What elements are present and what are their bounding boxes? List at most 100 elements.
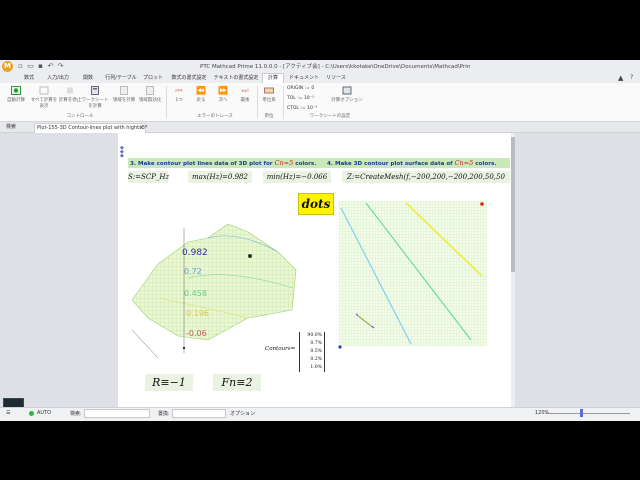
doc-tab-search[interactable]: 検索 xyxy=(6,123,28,132)
fast-forward-icon: ⏩ xyxy=(218,86,228,95)
status-menu-icon[interactable]: ☰ xyxy=(6,410,10,416)
expr-min[interactable]: min(Hz)=−0.066 xyxy=(263,171,331,183)
section4-var: Cn=5 xyxy=(454,159,474,167)
replace-input[interactable] xyxy=(172,409,226,418)
calc-all-button[interactable]: すべて計算を表示 xyxy=(30,86,58,110)
step-end-label: 最後 xyxy=(240,98,250,103)
axis-marker xyxy=(182,346,186,350)
step-back-label: 戻る xyxy=(196,98,206,103)
auto-calc-label: 自動計算 xyxy=(7,98,25,103)
step-next-button[interactable]: ⏩ 次へ xyxy=(212,86,234,110)
settings-icon xyxy=(342,86,352,95)
replace-label: 置換: xyxy=(158,411,170,417)
open-folder-icon[interactable]: ▭ xyxy=(27,62,34,70)
contour-value: 90.0% xyxy=(307,333,322,338)
worksheet-calc-button[interactable]: ワークシートを計算 xyxy=(80,86,110,110)
save-icon[interactable]: ▪ xyxy=(37,62,44,70)
label-v5: -0.06 xyxy=(186,329,207,338)
search-label: 検索: xyxy=(70,411,82,417)
label-v2: 0.72 xyxy=(184,267,202,276)
tab-input-output[interactable]: 入力/出力 xyxy=(42,74,74,83)
fn-definition[interactable]: Fn≡2 xyxy=(213,374,261,391)
group-controls-label: コントロール xyxy=(66,114,94,119)
unit-system-button[interactable]: 単位系 xyxy=(258,86,280,110)
skip-end-icon: ⏭ xyxy=(241,86,249,95)
graduation-cap-icon[interactable]: ▲ xyxy=(618,74,626,82)
label-v1: 0.982 xyxy=(182,248,208,258)
scrollbar-thumb[interactable] xyxy=(511,137,515,272)
ruler-icon xyxy=(264,87,274,94)
surface-plot-3d[interactable]: 0.982 0.72 0.458 0.196 -0.06 xyxy=(128,218,304,363)
x-axis xyxy=(131,329,159,359)
section4-suffix: colors. xyxy=(475,161,497,167)
section3-text: 3. Make contour plot lines data of 3D pl… xyxy=(130,161,273,167)
ribbon-separator xyxy=(166,86,167,119)
origin-setting[interactable]: ORIGIN := 0 xyxy=(287,86,314,91)
auto-calc-button[interactable]: 自動計算 xyxy=(2,86,30,110)
tab-matrices-tables[interactable]: 行列/テーブル xyxy=(103,74,139,83)
step-end-button[interactable]: ⏭ 最後 xyxy=(234,86,256,110)
contour-value: 0.2% xyxy=(310,357,322,362)
disable-region-button[interactable]: 領域無効化 xyxy=(136,86,164,110)
section3-suffix: colors. xyxy=(295,161,317,167)
tab-resources[interactable]: リソース xyxy=(324,74,348,83)
calc-status-icon xyxy=(29,411,34,416)
group-worksheet-settings-label: ワークシートの設定 xyxy=(309,114,351,119)
r-definition[interactable]: R≡−1 xyxy=(145,374,193,391)
tab-plots[interactable]: プロット xyxy=(141,74,165,83)
section4-text: 4. Make 3D contour plot surface data of xyxy=(327,161,453,167)
help-icon[interactable]: ? xyxy=(630,74,637,82)
section3-title[interactable]: 3. Make contour plot lines data of 3D pl… xyxy=(128,158,325,168)
contour-plot-2d[interactable] xyxy=(336,198,494,350)
disable-region-icon xyxy=(146,86,154,95)
calculator-icon xyxy=(91,86,99,95)
expr-mesh[interactable]: Z:=CreateMesh(f,−200,200,−200,200,50,50 xyxy=(342,171,510,183)
calc-options-button[interactable]: 計算オプション xyxy=(330,86,364,110)
unit-system-label: 単位系 xyxy=(262,98,276,103)
contour-value: 0.5% xyxy=(310,349,322,354)
expr-max[interactable]: max(Hz)=0.982 xyxy=(188,171,252,183)
new-file-icon[interactable]: ▫ xyxy=(17,62,24,70)
doc-tab-active[interactable]: Plot-155-3D Contour-lines plot with high… xyxy=(34,123,147,133)
contour-plot-grid xyxy=(339,201,487,346)
zoom-slider[interactable] xyxy=(545,413,630,414)
label-v3: 0.458 xyxy=(184,289,207,298)
corner-marker xyxy=(480,202,484,206)
step-into-label: 1つ xyxy=(175,98,183,103)
contours-label: Contours= xyxy=(265,346,296,352)
ctol-setting[interactable]: CTOL := 10⁻³ xyxy=(287,106,317,111)
close-tab-icon[interactable]: × xyxy=(139,124,144,131)
tab-functions[interactable]: 関数 xyxy=(77,74,99,83)
calc-region-button[interactable]: 領域を計算 xyxy=(110,86,138,110)
ribbon-separator xyxy=(283,86,284,119)
auto-status: AUTO xyxy=(37,410,52,416)
redo-icon[interactable]: ↷ xyxy=(57,62,64,70)
search-input[interactable] xyxy=(84,409,150,418)
dots-label[interactable]: dots xyxy=(298,193,334,215)
expr-s[interactable]: S:=SCP_Hz xyxy=(128,171,169,183)
contour-value: 0.7% xyxy=(310,341,322,346)
contour-value: 1.0% xyxy=(310,365,322,370)
step-into-button[interactable]: ⏮ 1つ xyxy=(168,86,190,110)
zoom-slider-thumb[interactable] xyxy=(580,409,583,417)
step-next-label: 次へ xyxy=(218,98,228,103)
disable-region-label: 領域無効化 xyxy=(138,98,162,103)
label-v4: 0.196 xyxy=(186,309,209,318)
auto-calc-icon xyxy=(11,86,21,95)
step-back-button[interactable]: ⏪ 戻る xyxy=(190,86,212,110)
tol-setting[interactable]: TOL := 10⁻³ xyxy=(287,96,314,101)
group-error-trace-label: エラーのトレース xyxy=(197,114,233,119)
tab-text-formatting[interactable]: テキストの書式設定 xyxy=(213,74,259,83)
app-logo-icon[interactable]: M xyxy=(2,61,13,72)
calc-options-label: 計算オプション xyxy=(331,98,363,103)
tab-document[interactable]: ドキュメント xyxy=(286,74,322,83)
group-units-label: 単位 xyxy=(264,114,274,119)
tab-math[interactable]: 数式 xyxy=(18,74,40,83)
window-title: PTC Mathcad Prime 11.0.0.0 - [アクティブ会] - … xyxy=(200,64,470,70)
stop-icon xyxy=(67,87,73,94)
tab-math-formatting[interactable]: 数式の書式設定 xyxy=(168,74,210,83)
undo-icon[interactable]: ↶ xyxy=(47,62,54,70)
options-label[interactable]: オプション xyxy=(230,410,255,417)
section4-title[interactable]: 4. Make 3D contour plot surface data of … xyxy=(325,158,510,168)
worksheet-calc-label: ワークシートを計算 xyxy=(81,98,109,109)
